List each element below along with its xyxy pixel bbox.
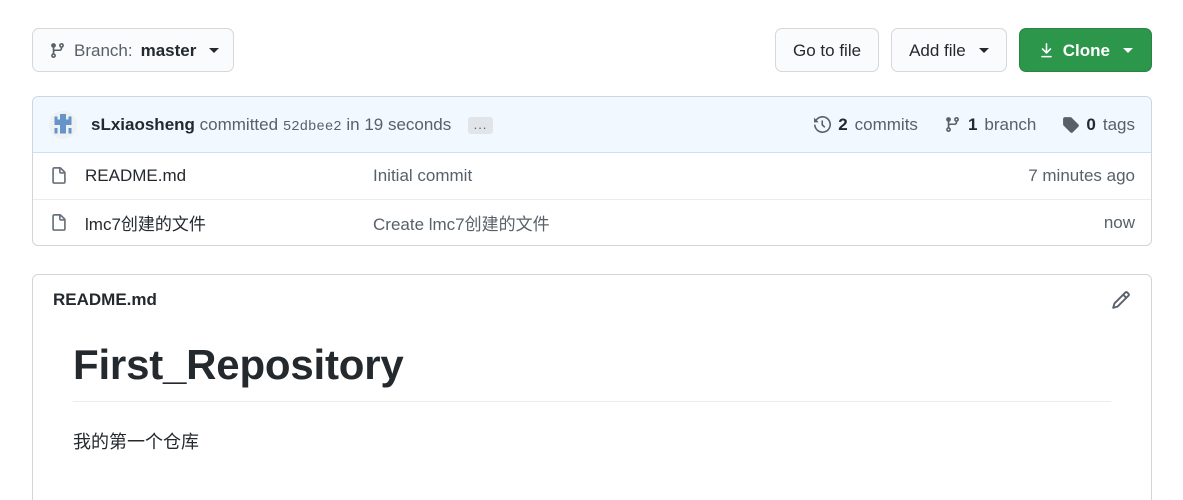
commit-time: in 19 seconds [346, 114, 452, 134]
tags-count: 0 [1086, 114, 1096, 134]
branch-icon [944, 116, 961, 133]
clone-label: Clone [1062, 40, 1110, 60]
readme-paragraph: 我的第一个仓库 [73, 432, 199, 452]
toolbar-actions: Go to file Add file Clone [775, 28, 1152, 72]
chevron-down-icon [978, 47, 989, 53]
tags-label: tags [1102, 114, 1135, 134]
file-commit-message[interactable]: Create lmc7创建的文件 [373, 210, 1092, 235]
pencil-icon[interactable] [1111, 290, 1131, 310]
branch-label: Branch: [74, 40, 133, 60]
table-row[interactable]: lmc7创建的文件 Create lmc7创建的文件 now [33, 199, 1151, 245]
repository-page: Branch: master Go to file Add file Clone [0, 0, 1183, 500]
commits-count: 2 [838, 114, 848, 134]
download-icon [1038, 42, 1055, 59]
avatar[interactable] [49, 110, 77, 139]
file-time: 7 minutes ago [1028, 166, 1135, 185]
commit-sha[interactable]: 52dbee2 [283, 119, 342, 135]
branch-selector-button[interactable]: Branch: master [32, 28, 235, 72]
go-to-file-label: Go to file [793, 40, 862, 60]
clone-button[interactable]: Clone [1018, 28, 1152, 72]
file-name[interactable]: README.md [85, 166, 373, 186]
file-name[interactable]: lmc7创建的文件 [85, 210, 373, 235]
repo-stats: 2 commits 1 branch 0 tags [814, 115, 1135, 135]
readme-body: First_Repository 我的第一个仓库 [33, 341, 1151, 454]
latest-commit-bar: sLxiaosheng committed 52dbee2 in 19 seco… [33, 97, 1151, 153]
commit-verb: committed [199, 114, 279, 134]
branch-name: master [140, 40, 197, 60]
file-icon [49, 213, 69, 232]
file-list-box: sLxiaosheng committed 52dbee2 in 19 seco… [32, 96, 1152, 246]
branch-icon [49, 42, 66, 59]
table-row[interactable]: README.md Initial commit 7 minutes ago [33, 153, 1151, 199]
branches-stat[interactable]: 1 branch [944, 115, 1036, 135]
file-commit-message[interactable]: Initial commit [373, 166, 1016, 186]
chevron-down-icon [1123, 47, 1133, 53]
repo-toolbar: Branch: master Go to file Add file Clone [32, 28, 1152, 74]
file-time: now [1103, 212, 1135, 232]
go-to-file-button[interactable]: Go to file [775, 28, 880, 72]
branches-count: 1 [967, 114, 978, 134]
commit-summary: sLxiaosheng committed 52dbee2 in 19 seco… [91, 115, 493, 135]
readme-card: README.md First_Repository 我的第一个仓库 [32, 274, 1152, 500]
add-file-button[interactable]: Add file [891, 28, 1007, 72]
commits-stat[interactable]: 2 commits [814, 115, 918, 135]
chevron-down-icon [209, 47, 220, 53]
history-icon [814, 116, 832, 133]
commit-more-button[interactable]: ... [468, 116, 493, 134]
tags-stat[interactable]: 0 tags [1062, 115, 1135, 135]
file-icon [49, 167, 69, 185]
add-file-label: Add file [909, 40, 966, 60]
tag-icon [1062, 116, 1080, 133]
readme-title: README.md [53, 290, 157, 309]
identicon-avatar [49, 110, 77, 139]
commits-label: commits [854, 114, 918, 134]
readme-heading: First_Repository [73, 341, 1111, 402]
commit-author[interactable]: sLxiaosheng [91, 115, 195, 134]
readme-header: README.md [33, 275, 1151, 325]
branches-label: branch [984, 114, 1037, 134]
